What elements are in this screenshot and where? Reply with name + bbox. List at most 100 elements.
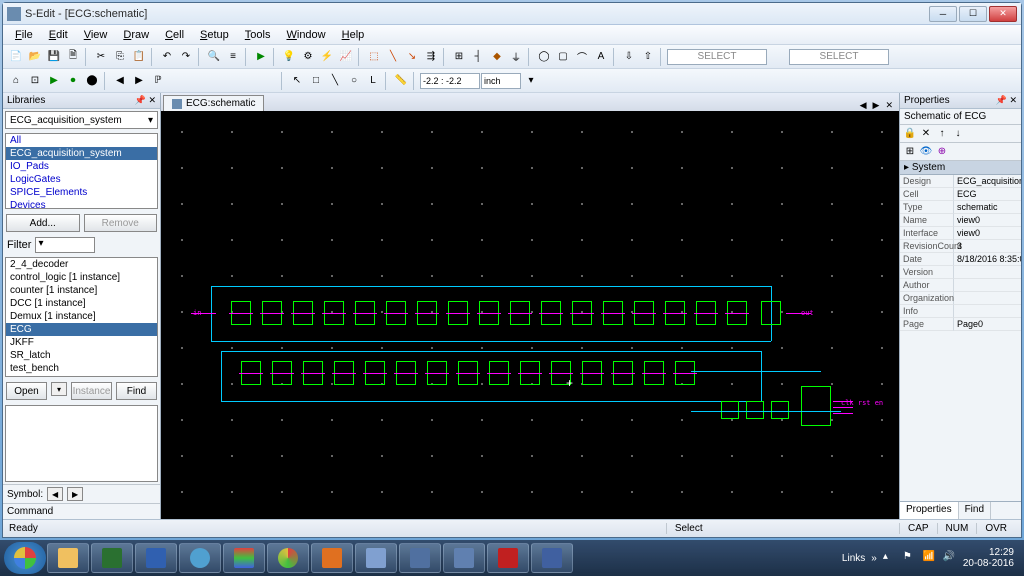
wire-icon[interactable]: ╲ [384, 48, 402, 66]
eye-icon[interactable]: 👁 [920, 146, 932, 158]
line-icon[interactable]: ╲ [326, 72, 344, 90]
links-chevron[interactable]: » [871, 553, 877, 564]
doc-tab-ecg[interactable]: ECG:schematic [163, 95, 264, 111]
open-cell-button[interactable]: Open [6, 382, 47, 400]
rec2-icon[interactable]: ⬤ [83, 72, 101, 90]
save-icon[interactable]: 💾 [45, 48, 63, 66]
zoom-fit-icon[interactable]: ⊡ [26, 72, 44, 90]
tray-network-icon[interactable]: 📶 [923, 551, 937, 565]
select-combo-2[interactable]: SELECT [789, 49, 889, 65]
menu-tools[interactable]: Tools [237, 27, 279, 43]
lib-item-dev[interactable]: Devices [6, 199, 157, 209]
lib-item-logic[interactable]: LogicGates [6, 173, 157, 186]
cell-item[interactable]: counter [1 instance] [6, 284, 157, 297]
saveall-icon[interactable]: 🗎 [64, 48, 82, 66]
prop-value[interactable] [954, 279, 1021, 292]
task-excel[interactable] [91, 543, 133, 573]
task-chrome[interactable] [267, 543, 309, 573]
net-icon[interactable]: ↘ [403, 48, 421, 66]
tab-next[interactable]: ▶ [871, 100, 882, 111]
text-icon[interactable]: A [592, 48, 610, 66]
cell-list[interactable]: 2_4_decoder control_logic [1 instance] c… [5, 257, 158, 377]
select-combo-1[interactable]: SELECT [667, 49, 767, 65]
filter-combo[interactable]: ▾ [35, 237, 95, 253]
symbol-next[interactable]: ▶ [67, 487, 83, 501]
home-icon[interactable]: ⌂ [7, 72, 25, 90]
arc-icon[interactable]: ⌒ [573, 48, 591, 66]
up-icon[interactable]: ↑ [936, 128, 948, 140]
roundrect-icon[interactable]: ▢ [554, 48, 572, 66]
add-library-button[interactable]: Add... [6, 214, 80, 232]
run-icon[interactable]: ▶ [252, 48, 270, 66]
cursor-icon[interactable]: ↖ [288, 72, 306, 90]
instance-button[interactable]: Instance [71, 382, 112, 400]
menu-view[interactable]: View [76, 27, 116, 43]
system-section[interactable]: ▸ System [900, 161, 1021, 175]
bus-icon[interactable]: ⇶ [422, 48, 440, 66]
hier-down-icon[interactable]: ⇩ [620, 48, 638, 66]
minimize-button[interactable]: ─ [929, 6, 957, 22]
cell-item[interactable]: Demux [1 instance] [6, 310, 157, 323]
ruler-icon[interactable]: 📏 [392, 72, 410, 90]
prop-value[interactable] [954, 305, 1021, 318]
pin-icon[interactable]: 📌 ✕ [996, 95, 1017, 106]
menu-edit[interactable]: Edit [41, 27, 76, 43]
menu-cell[interactable]: Cell [157, 27, 192, 43]
menu-file[interactable]: File [7, 27, 41, 43]
clock[interactable]: 12:29 20-08-2016 [963, 547, 1014, 569]
maximize-button[interactable]: ☐ [959, 6, 987, 22]
remove-library-button[interactable]: Remove [84, 214, 158, 232]
ellipse-icon[interactable]: ◯ [535, 48, 553, 66]
down-icon[interactable]: ↓ [952, 128, 964, 140]
menu-help[interactable]: Help [334, 27, 373, 43]
task-notepad[interactable] [355, 543, 397, 573]
library-list[interactable]: All ECG_acquisition_system IO_Pads Logic… [5, 133, 158, 209]
redo-icon[interactable]: ↷ [177, 48, 195, 66]
task-browser[interactable] [179, 543, 221, 573]
port-icon[interactable]: ┤ [469, 48, 487, 66]
cell-item[interactable]: test_bench [6, 362, 157, 375]
schematic-canvas[interactable]: inoutclk rst en+ [161, 111, 899, 519]
gnd-icon[interactable]: ⏚ [507, 48, 525, 66]
tray-volume-icon[interactable]: 🔊 [943, 551, 957, 565]
lock-icon[interactable]: 🔒 [904, 128, 916, 140]
units-display[interactable]: inch [481, 73, 521, 89]
path-icon[interactable]: L [364, 72, 382, 90]
hier-up-icon[interactable]: ⇧ [639, 48, 657, 66]
dropdown-icon[interactable]: ▾ [522, 72, 540, 90]
task-explorer[interactable] [47, 543, 89, 573]
menu-draw[interactable]: Draw [115, 27, 157, 43]
record-icon[interactable]: ⏺ [64, 72, 82, 90]
probe-icon[interactable]: ⚡ [318, 48, 336, 66]
task-paint[interactable] [223, 543, 265, 573]
cell-item[interactable]: toggle_ff [6, 375, 157, 377]
select-icon[interactable]: ⬚ [365, 48, 383, 66]
lib-item-spice[interactable]: SPICE_Elements [6, 186, 157, 199]
prop-value[interactable] [954, 292, 1021, 305]
rect-icon[interactable]: □ [307, 72, 325, 90]
tray-show-hidden[interactable]: ▴ [883, 551, 897, 565]
symbol-prev[interactable]: ◀ [47, 487, 63, 501]
library-combo[interactable]: ECG_acquisition_system [5, 111, 158, 129]
tray-flag-icon[interactable]: ⚑ [903, 551, 917, 565]
globe-icon[interactable]: ⊕ [936, 146, 948, 158]
cell-item[interactable]: DCC [1 instance] [6, 297, 157, 310]
find-icon[interactable]: 🔍 [205, 48, 223, 66]
light-icon[interactable]: 💡 [280, 48, 298, 66]
tree-icon[interactable]: ⊞ [904, 146, 916, 158]
play-icon[interactable]: ▶ [45, 72, 63, 90]
task-app2[interactable] [443, 543, 485, 573]
start-button[interactable] [4, 542, 46, 574]
links-label[interactable]: Links [842, 553, 865, 564]
cell-item[interactable]: SR_latch [6, 349, 157, 362]
prop-value[interactable]: ECG_acquisition_ [954, 175, 1021, 188]
instance-icon[interactable]: ⊞ [450, 48, 468, 66]
find-cell-button[interactable]: Find [116, 382, 157, 400]
back-icon[interactable]: ◀ [111, 72, 129, 90]
paste-icon[interactable]: 📋 [130, 48, 148, 66]
find-tab[interactable]: Find [959, 502, 991, 519]
lib-item-ecg[interactable]: ECG_acquisition_system [6, 147, 157, 160]
param-icon[interactable]: ℙ [149, 72, 167, 90]
menu-setup[interactable]: Setup [192, 27, 237, 43]
task-vlc[interactable] [311, 543, 353, 573]
